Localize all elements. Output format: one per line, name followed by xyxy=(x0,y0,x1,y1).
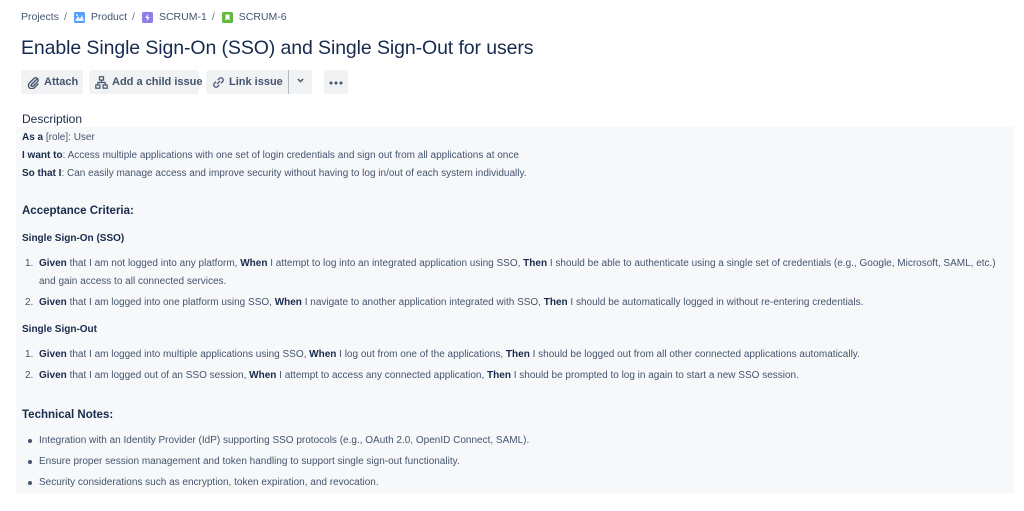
breadcrumb-epic[interactable]: SCRUM-1 xyxy=(140,11,207,23)
hierarchy-icon xyxy=(95,75,108,89)
add-child-issue-label: Add a child issue xyxy=(112,76,203,88)
paperclip-icon xyxy=(27,75,40,89)
technical-note-item: Security considerations such as encrypti… xyxy=(22,474,1007,492)
story-icon xyxy=(221,11,233,23)
technical-notes-list: Integration with an Identity Provider (I… xyxy=(22,432,1007,492)
link-issue-button[interactable]: Link issue xyxy=(206,70,288,94)
breadcrumb-label[interactable]: Projects xyxy=(21,11,59,23)
issue-title[interactable]: Enable Single Sign-On (SSO) and Single S… xyxy=(21,37,534,60)
criteria-item: 2. Given that I am logged out of an SSO … xyxy=(25,370,799,381)
bullet-icon xyxy=(28,439,32,443)
breadcrumb-label[interactable]: SCRUM-1 xyxy=(159,11,207,23)
attach-button[interactable]: Attach xyxy=(21,70,83,94)
sso-criteria-list: 1. Given that I am not logged into any p… xyxy=(22,255,1007,312)
more-actions-button[interactable] xyxy=(324,70,348,94)
breadcrumb-label[interactable]: Product xyxy=(91,11,127,23)
project-avatar-icon xyxy=(73,11,85,23)
bullet-icon xyxy=(28,481,32,485)
criteria-item: 1. Given that I am not logged into any p… xyxy=(25,258,996,287)
attach-label: Attach xyxy=(44,76,79,88)
link-issue-split-button: Link issue xyxy=(206,70,312,94)
sso-heading: Single Sign-On (SSO) xyxy=(22,233,125,244)
criteria-item: 2. Given that I am logged into one platf… xyxy=(25,297,864,308)
link-issue-dropdown-button[interactable] xyxy=(289,70,312,94)
epic-icon xyxy=(141,11,153,23)
user-story: As a [role]: User I want to: Access mult… xyxy=(22,129,1012,183)
slo-criteria-list: 1. Given that I am logged into multiple … xyxy=(22,346,1007,385)
add-child-issue-button[interactable]: Add a child issue xyxy=(89,70,203,94)
more-icon xyxy=(329,76,343,88)
breadcrumb-story[interactable]: SCRUM-6 xyxy=(220,11,287,23)
breadcrumb-projects[interactable]: Projects xyxy=(21,11,59,23)
user-story-line: I want to: Access multiple applications … xyxy=(22,150,519,161)
breadcrumb-separator: / xyxy=(63,11,67,23)
acceptance-criteria-heading: Acceptance Criteria: xyxy=(22,205,134,217)
issue-toolbar: Attach Add a child issue Link issue xyxy=(21,70,348,94)
slo-heading: Single Sign-Out xyxy=(22,324,97,335)
description-label: Description xyxy=(22,112,83,126)
technical-note-item: Integration with an Identity Provider (I… xyxy=(22,432,1007,450)
breadcrumb-label[interactable]: SCRUM-6 xyxy=(239,11,287,23)
user-story-line: As a [role]: User xyxy=(22,132,95,143)
chevron-down-icon xyxy=(296,76,305,88)
technical-notes-heading: Technical Notes: xyxy=(22,409,114,421)
user-story-line: So that I: Can easily manage access and … xyxy=(22,168,527,179)
bullet-icon xyxy=(28,460,32,464)
breadcrumb-separator: / xyxy=(211,11,215,23)
breadcrumb: Projects / Product / SCRUM-1 / SCRUM-6 xyxy=(21,11,287,23)
breadcrumb-separator: / xyxy=(132,11,135,23)
criteria-item: 1. Given that I am logged into multiple … xyxy=(25,349,860,360)
technical-note-item: Ensure proper session management and tok… xyxy=(22,453,1007,471)
link-icon xyxy=(212,75,225,89)
link-issue-label: Link issue xyxy=(229,76,283,88)
breadcrumb-product[interactable]: Product xyxy=(72,11,127,23)
